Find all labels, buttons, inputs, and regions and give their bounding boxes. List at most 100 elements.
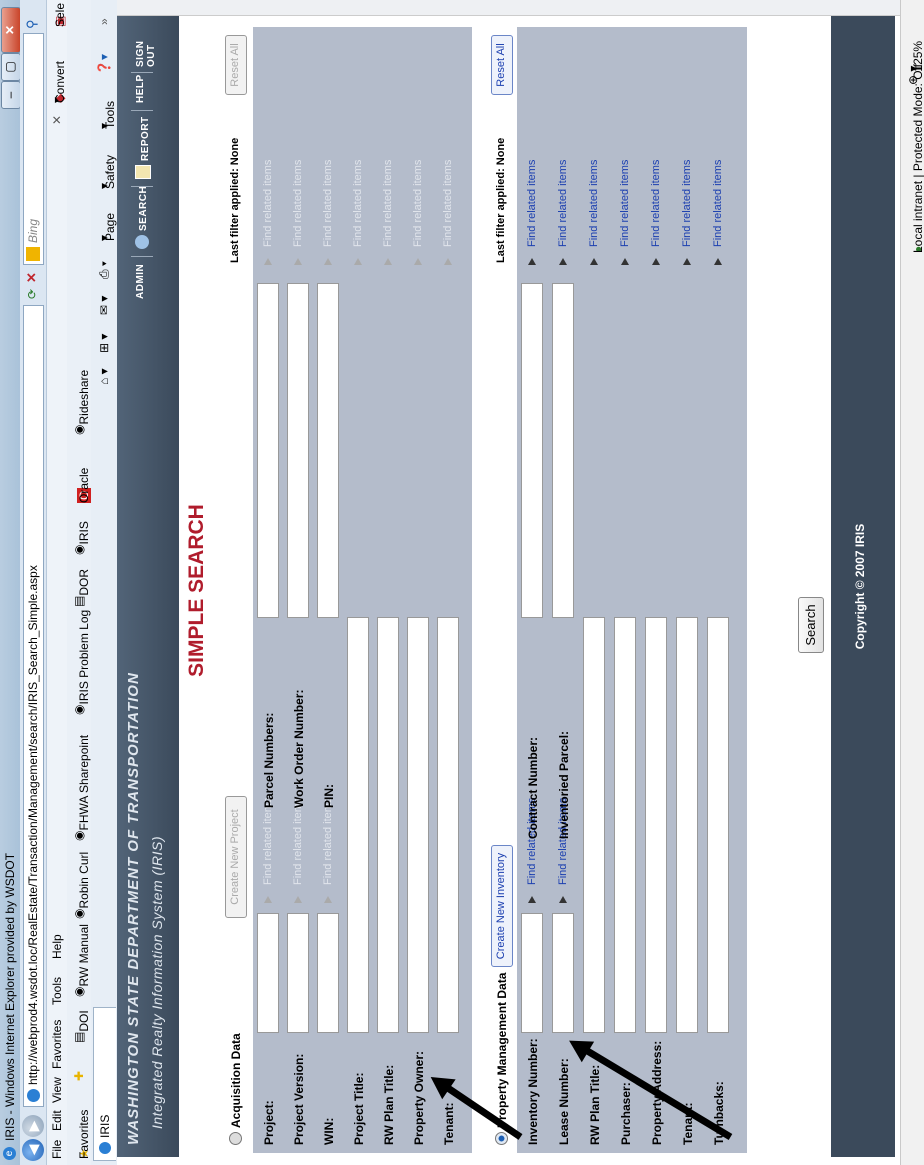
- page-menu[interactable]: Page ▾: [97, 213, 117, 241]
- field-label: Tenant:: [442, 1102, 456, 1145]
- acquisition-radio[interactable]: Acquisition Data: [229, 1033, 243, 1145]
- text-input[interactable]: [347, 617, 369, 1033]
- nav-admin[interactable]: ADMIN: [135, 264, 146, 299]
- text-input[interactable]: [521, 283, 543, 618]
- home-icon[interactable]: ⌂ ▾: [97, 368, 111, 385]
- back-button[interactable]: ◀: [22, 1139, 44, 1161]
- text-input[interactable]: [257, 283, 279, 618]
- dropdown-arrow-icon[interactable]: [294, 258, 302, 265]
- fav-iris[interactable]: ◉ IRIS: [72, 521, 91, 555]
- text-input[interactable]: [437, 617, 459, 1033]
- tools-menu[interactable]: Tools ▾: [97, 101, 117, 129]
- safety-menu[interactable]: Safety ▾: [97, 155, 117, 189]
- dropdown-arrow-icon[interactable]: [590, 258, 598, 265]
- dropdown-arrow-icon[interactable]: [444, 258, 452, 265]
- maximize-button[interactable]: ▢: [1, 53, 21, 81]
- vertical-scrollbar[interactable]: [117, 0, 900, 16]
- close-bar-icon[interactable]: ✕: [50, 115, 64, 125]
- dropdown-arrow-icon[interactable]: [559, 258, 567, 265]
- fav-rideshare[interactable]: ◉ Rideshare: [72, 370, 91, 435]
- forward-button[interactable]: ▶: [22, 1115, 44, 1137]
- fav-fhwa[interactable]: ◉ FHWA Sharepoint: [72, 735, 91, 841]
- create-new-project-button[interactable]: Create New Project: [225, 796, 247, 918]
- menu-help[interactable]: Help: [50, 934, 64, 959]
- text-input[interactable]: [257, 913, 279, 1033]
- convert-button[interactable]: ◆ Convert ▾: [50, 61, 67, 103]
- nav-divider: [131, 110, 153, 111]
- acquisition-reset-button[interactable]: Reset All: [225, 35, 247, 95]
- fav-doi[interactable]: ▤ DOI: [72, 1010, 91, 1043]
- fav-robin-curl[interactable]: ◉ Robin Curl: [72, 852, 91, 919]
- dropdown-arrow-icon[interactable]: [354, 258, 362, 265]
- dropdown-arrow-icon[interactable]: [683, 258, 691, 265]
- add-favorite-icon[interactable]: ✚: [72, 1071, 86, 1081]
- text-input[interactable]: [676, 617, 698, 1033]
- dropdown-arrow-icon[interactable]: [528, 258, 536, 265]
- search-button[interactable]: Search: [798, 597, 824, 653]
- text-input[interactable]: [287, 283, 309, 618]
- find-related-link[interactable]: Find related items: [588, 160, 600, 247]
- text-input[interactable]: [287, 913, 309, 1033]
- fav-rw-manual[interactable]: ◉ RW Manual: [72, 924, 91, 997]
- text-input[interactable]: [521, 913, 543, 1033]
- text-input[interactable]: [614, 617, 636, 1033]
- dropdown-arrow-icon[interactable]: [264, 896, 272, 903]
- property-reset-button[interactable]: Reset All: [491, 35, 513, 95]
- text-input[interactable]: [552, 913, 574, 1033]
- text-input[interactable]: [707, 617, 729, 1033]
- dropdown-arrow-icon[interactable]: [621, 258, 629, 265]
- find-related-link[interactable]: Find related items: [526, 160, 538, 247]
- dropdown-arrow-icon[interactable]: [264, 258, 272, 265]
- dropdown-arrow-icon[interactable]: [652, 258, 660, 265]
- stop-icon[interactable]: ✕: [24, 272, 40, 283]
- nav-search[interactable]: SEARCH: [135, 186, 149, 249]
- search-field[interactable]: Bing: [23, 33, 44, 265]
- text-input[interactable]: [317, 913, 339, 1033]
- menu-favorites[interactable]: Favorites: [50, 1020, 64, 1069]
- search-icon[interactable]: ⚲: [24, 19, 40, 29]
- find-related-link[interactable]: Find related items: [681, 160, 693, 247]
- create-new-inventory-button[interactable]: Create New Inventory: [491, 845, 513, 967]
- dropdown-arrow-icon[interactable]: [714, 258, 722, 265]
- help-icon[interactable]: ❓▾: [97, 54, 111, 75]
- text-input[interactable]: [407, 617, 429, 1033]
- feeds-icon[interactable]: ⊞ ▾: [97, 334, 111, 353]
- menu-tools[interactable]: Tools: [50, 977, 64, 1005]
- print-icon[interactable]: ⎙ ▾: [97, 261, 112, 279]
- chevron-more-icon[interactable]: »: [97, 18, 111, 25]
- menu-file[interactable]: File: [50, 1140, 64, 1159]
- dropdown-arrow-icon[interactable]: [324, 896, 332, 903]
- text-input[interactable]: [317, 283, 339, 618]
- dropdown-arrow-icon[interactable]: [384, 258, 392, 265]
- convert-label: Convert: [53, 60, 67, 103]
- text-input[interactable]: [552, 283, 574, 618]
- nav-help[interactable]: HELP: [135, 74, 146, 103]
- zoom-control[interactable]: ⊕ 125% ▾: [906, 41, 924, 85]
- dropdown-arrow-icon[interactable]: [324, 258, 332, 265]
- browser-tab[interactable]: IRIS: [93, 1007, 116, 1161]
- text-input[interactable]: [377, 617, 399, 1033]
- dropdown-arrow-icon[interactable]: [414, 258, 422, 265]
- fav-doi-label: DOI: [77, 1010, 91, 1032]
- minimize-button[interactable]: –: [1, 81, 21, 109]
- close-window-button[interactable]: ✕: [1, 7, 21, 53]
- menu-view[interactable]: View: [50, 1077, 64, 1103]
- dropdown-arrow-icon[interactable]: [294, 896, 302, 903]
- refresh-icon[interactable]: ⟳: [25, 289, 39, 299]
- text-input[interactable]: [645, 617, 667, 1033]
- dropdown-arrow-icon[interactable]: [559, 896, 567, 903]
- url-field[interactable]: http://webprod4.wsdot.loc/RealEstate/Tra…: [23, 305, 44, 1107]
- find-related-link[interactable]: Find related items: [619, 160, 631, 247]
- find-related-link[interactable]: Find related items: [557, 160, 569, 247]
- text-input[interactable]: [583, 617, 605, 1033]
- find-related-link[interactable]: Find related items: [650, 160, 662, 247]
- fav-iris-problem-log[interactable]: ◉ IRIS Problem Log: [72, 610, 91, 715]
- menu-edit[interactable]: Edit: [50, 1110, 64, 1131]
- fav-dor[interactable]: ▤ DOR: [72, 569, 91, 607]
- dropdown-arrow-icon[interactable]: [528, 896, 536, 903]
- nav-report[interactable]: REPORT: [135, 116, 151, 179]
- address-bar: ◀ ▶ http://webprod4.wsdot.loc/RealEstate…: [20, 0, 47, 1165]
- nav-sign-out[interactable]: SIGN OUT: [135, 16, 157, 67]
- mail-icon[interactable]: ✉ ▾: [97, 296, 111, 315]
- find-related-link[interactable]: Find related items: [712, 160, 724, 247]
